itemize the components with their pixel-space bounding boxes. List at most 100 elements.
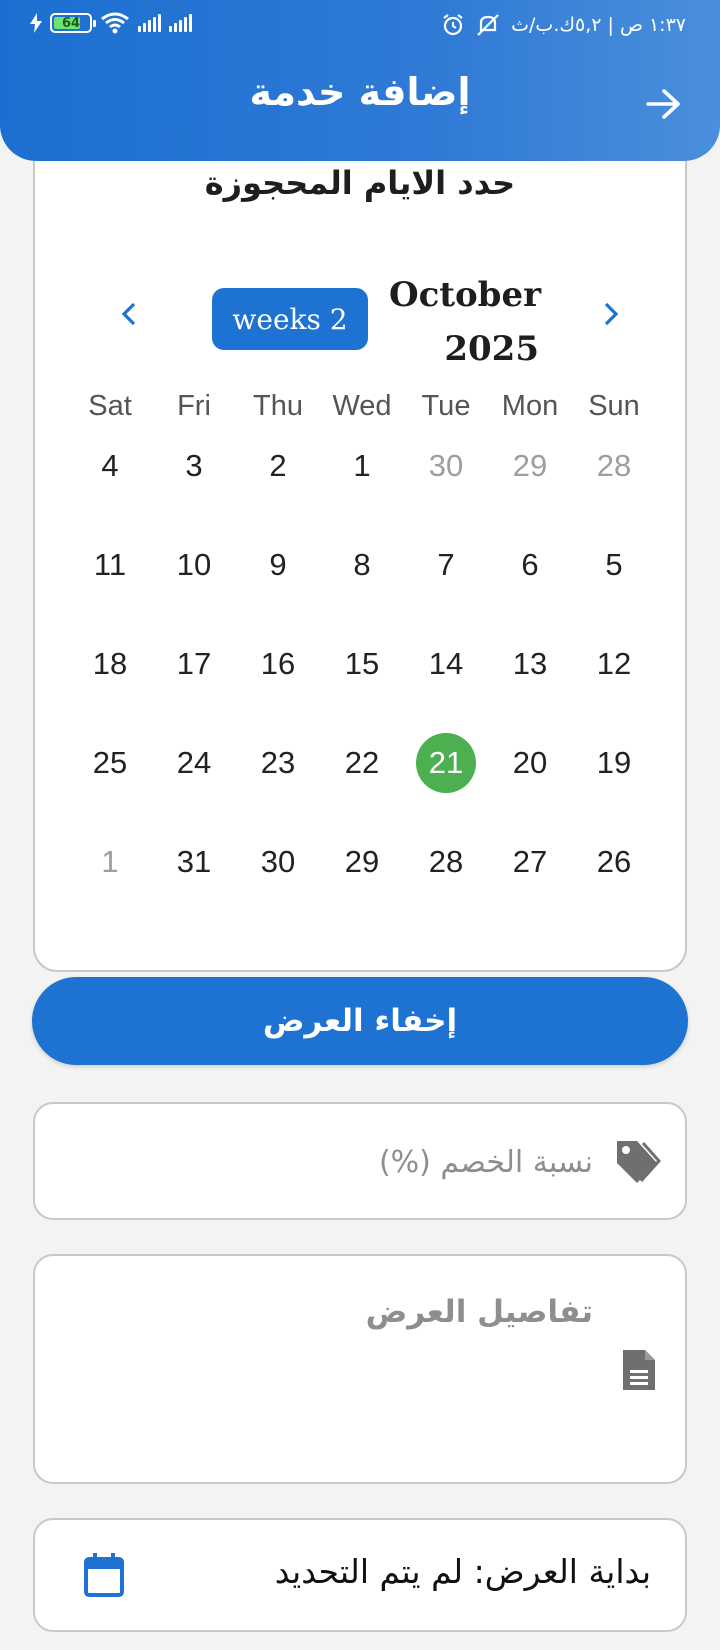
calendar-day[interactable]: 1 [320, 436, 404, 496]
offer-start-date-label: بداية العرض: لم يتم التحديد [274, 1552, 651, 1591]
offer-details-input[interactable] [73, 1346, 593, 1466]
calendar-day[interactable]: 20 [488, 733, 572, 793]
battery-level: 64 [61, 15, 81, 31]
back-button[interactable] [644, 84, 684, 124]
calendar-day-number: 29 [512, 448, 548, 483]
calendar-day[interactable]: 25 [68, 733, 152, 793]
hide-offer-button[interactable]: إخفاء العرض [32, 977, 688, 1065]
document-icon [623, 1350, 655, 1390]
calendar-day-number: 28 [596, 448, 632, 483]
offer-details-field: تفاصيل العرض [33, 1254, 687, 1484]
calendar-day[interactable]: 28 [404, 832, 488, 892]
calendar-day[interactable]: 18 [68, 634, 152, 694]
calendar-day-number: 21 [416, 733, 476, 793]
calendar-day-number: 1 [353, 448, 371, 483]
weekday-label: Mon [501, 390, 559, 422]
calendar-day[interactable]: 31 [152, 832, 236, 892]
arrow-back-icon [646, 89, 680, 119]
calendar-day-number: 30 [260, 844, 296, 879]
calendar-day[interactable]: 10 [152, 535, 236, 595]
alarm-icon [443, 14, 463, 36]
calendar-day[interactable]: 29 [320, 832, 404, 892]
calendar-day-number: 23 [260, 745, 296, 780]
weekday-label: Sat [88, 390, 132, 422]
calendar-day-number: 17 [176, 646, 212, 681]
calendar-day-number: 19 [596, 745, 632, 780]
next-month-button[interactable] [591, 294, 631, 334]
calendar-day[interactable]: 3 [152, 436, 236, 496]
calendar-day-number: 6 [521, 547, 539, 582]
weekday-label: Wed [332, 390, 392, 422]
calendar-day[interactable]: 30 [236, 832, 320, 892]
calendar-day-number: 1 [101, 844, 119, 879]
calendar-day[interactable]: 6 [488, 535, 572, 595]
chevron-right-icon [604, 302, 619, 326]
mute-icon [477, 14, 499, 36]
calendar-day[interactable]: 28 [572, 436, 656, 496]
status-bar: 64 ١:٣٧ ص | ٥,٢ك.ب/ث [0, 0, 720, 52]
calendar-day-number: 12 [596, 646, 632, 681]
calendar-day[interactable]: 15 [320, 634, 404, 694]
weekday-header: Sat Fri Thu Wed Tue Mon Sun [68, 390, 656, 430]
calendar-day-number: 3 [185, 448, 203, 483]
tag-icon [617, 1141, 661, 1183]
charging-icon [30, 13, 42, 33]
calendar-day[interactable]: 11 [68, 535, 152, 595]
calendar-day[interactable]: 30 [404, 436, 488, 496]
calendar-day-number: 15 [344, 646, 380, 681]
calendar-day[interactable]: 22 [320, 733, 404, 793]
calendar-day[interactable]: 14 [404, 634, 488, 694]
calendar-day-number: 16 [260, 646, 296, 681]
calendar-day-number: 26 [596, 844, 632, 879]
calendar-day[interactable]: 29 [488, 436, 572, 496]
calendar-day[interactable]: 13 [488, 634, 572, 694]
calendar-day[interactable]: 4 [68, 436, 152, 496]
calendar-day-number: 20 [512, 745, 548, 780]
weekday-label: Fri [177, 390, 211, 422]
calendar-day[interactable]: 27 [488, 832, 572, 892]
weekday-label: Sun [588, 390, 640, 422]
year-label: 2025 [444, 329, 539, 369]
calendar-day[interactable]: 9 [236, 535, 320, 595]
calendar-day[interactable]: 7 [404, 535, 488, 595]
status-time: ١:٣٧ ص | ٥,٢ك.ب/ث [511, 14, 686, 36]
calendar-day-number: 31 [176, 844, 212, 879]
calendar-day[interactable]: 8 [320, 535, 404, 595]
calendar-day-number: 8 [353, 547, 371, 582]
calendar-day-number: 10 [176, 547, 212, 582]
calendar-day-today[interactable]: 21 [404, 733, 488, 793]
discount-input[interactable] [73, 1134, 593, 1190]
calendar-day[interactable]: 23 [236, 733, 320, 793]
calendar-day-number: 2 [269, 448, 287, 483]
calendar-day[interactable]: 26 [572, 832, 656, 892]
calendar-day[interactable]: 17 [152, 634, 236, 694]
calendar-heading: حدد الايام المحجوزة [204, 164, 516, 202]
calendar-day[interactable]: 5 [572, 535, 656, 595]
calendar-day-number: 14 [428, 646, 464, 681]
chevron-left-icon [121, 302, 136, 326]
status-left: 64 [30, 12, 192, 34]
calendar-icon[interactable] [83, 1552, 125, 1598]
calendar-format-button[interactable]: weeks 2 [212, 288, 368, 350]
calendar-day-number: 7 [437, 547, 455, 582]
status-right: ١:٣٧ ص | ٥,٢ك.ب/ث [441, 13, 686, 37]
calendar-day-number: 11 [93, 547, 127, 582]
calendar-day[interactable]: 2 [236, 436, 320, 496]
calendar-day[interactable]: 16 [236, 634, 320, 694]
calendar-day-number: 22 [344, 745, 380, 780]
discount-field [33, 1102, 687, 1220]
calendar-day-number: 28 [428, 844, 464, 879]
calendar-day-number: 13 [512, 646, 548, 681]
calendar-day-number: 27 [512, 844, 548, 879]
page-title: إضافة خدمة [249, 70, 471, 114]
prev-month-button[interactable] [109, 294, 149, 334]
calendar-day-number: 18 [92, 646, 128, 681]
calendar-day-number: 30 [428, 448, 464, 483]
calendar-day[interactable]: 19 [572, 733, 656, 793]
calendar-day[interactable]: 1 [68, 832, 152, 892]
calendar-day-number: 25 [92, 745, 128, 780]
offer-start-date-field[interactable]: بداية العرض: لم يتم التحديد [33, 1518, 687, 1632]
calendar-day[interactable]: 24 [152, 733, 236, 793]
calendar-day[interactable]: 12 [572, 634, 656, 694]
signal-icon [138, 14, 161, 32]
